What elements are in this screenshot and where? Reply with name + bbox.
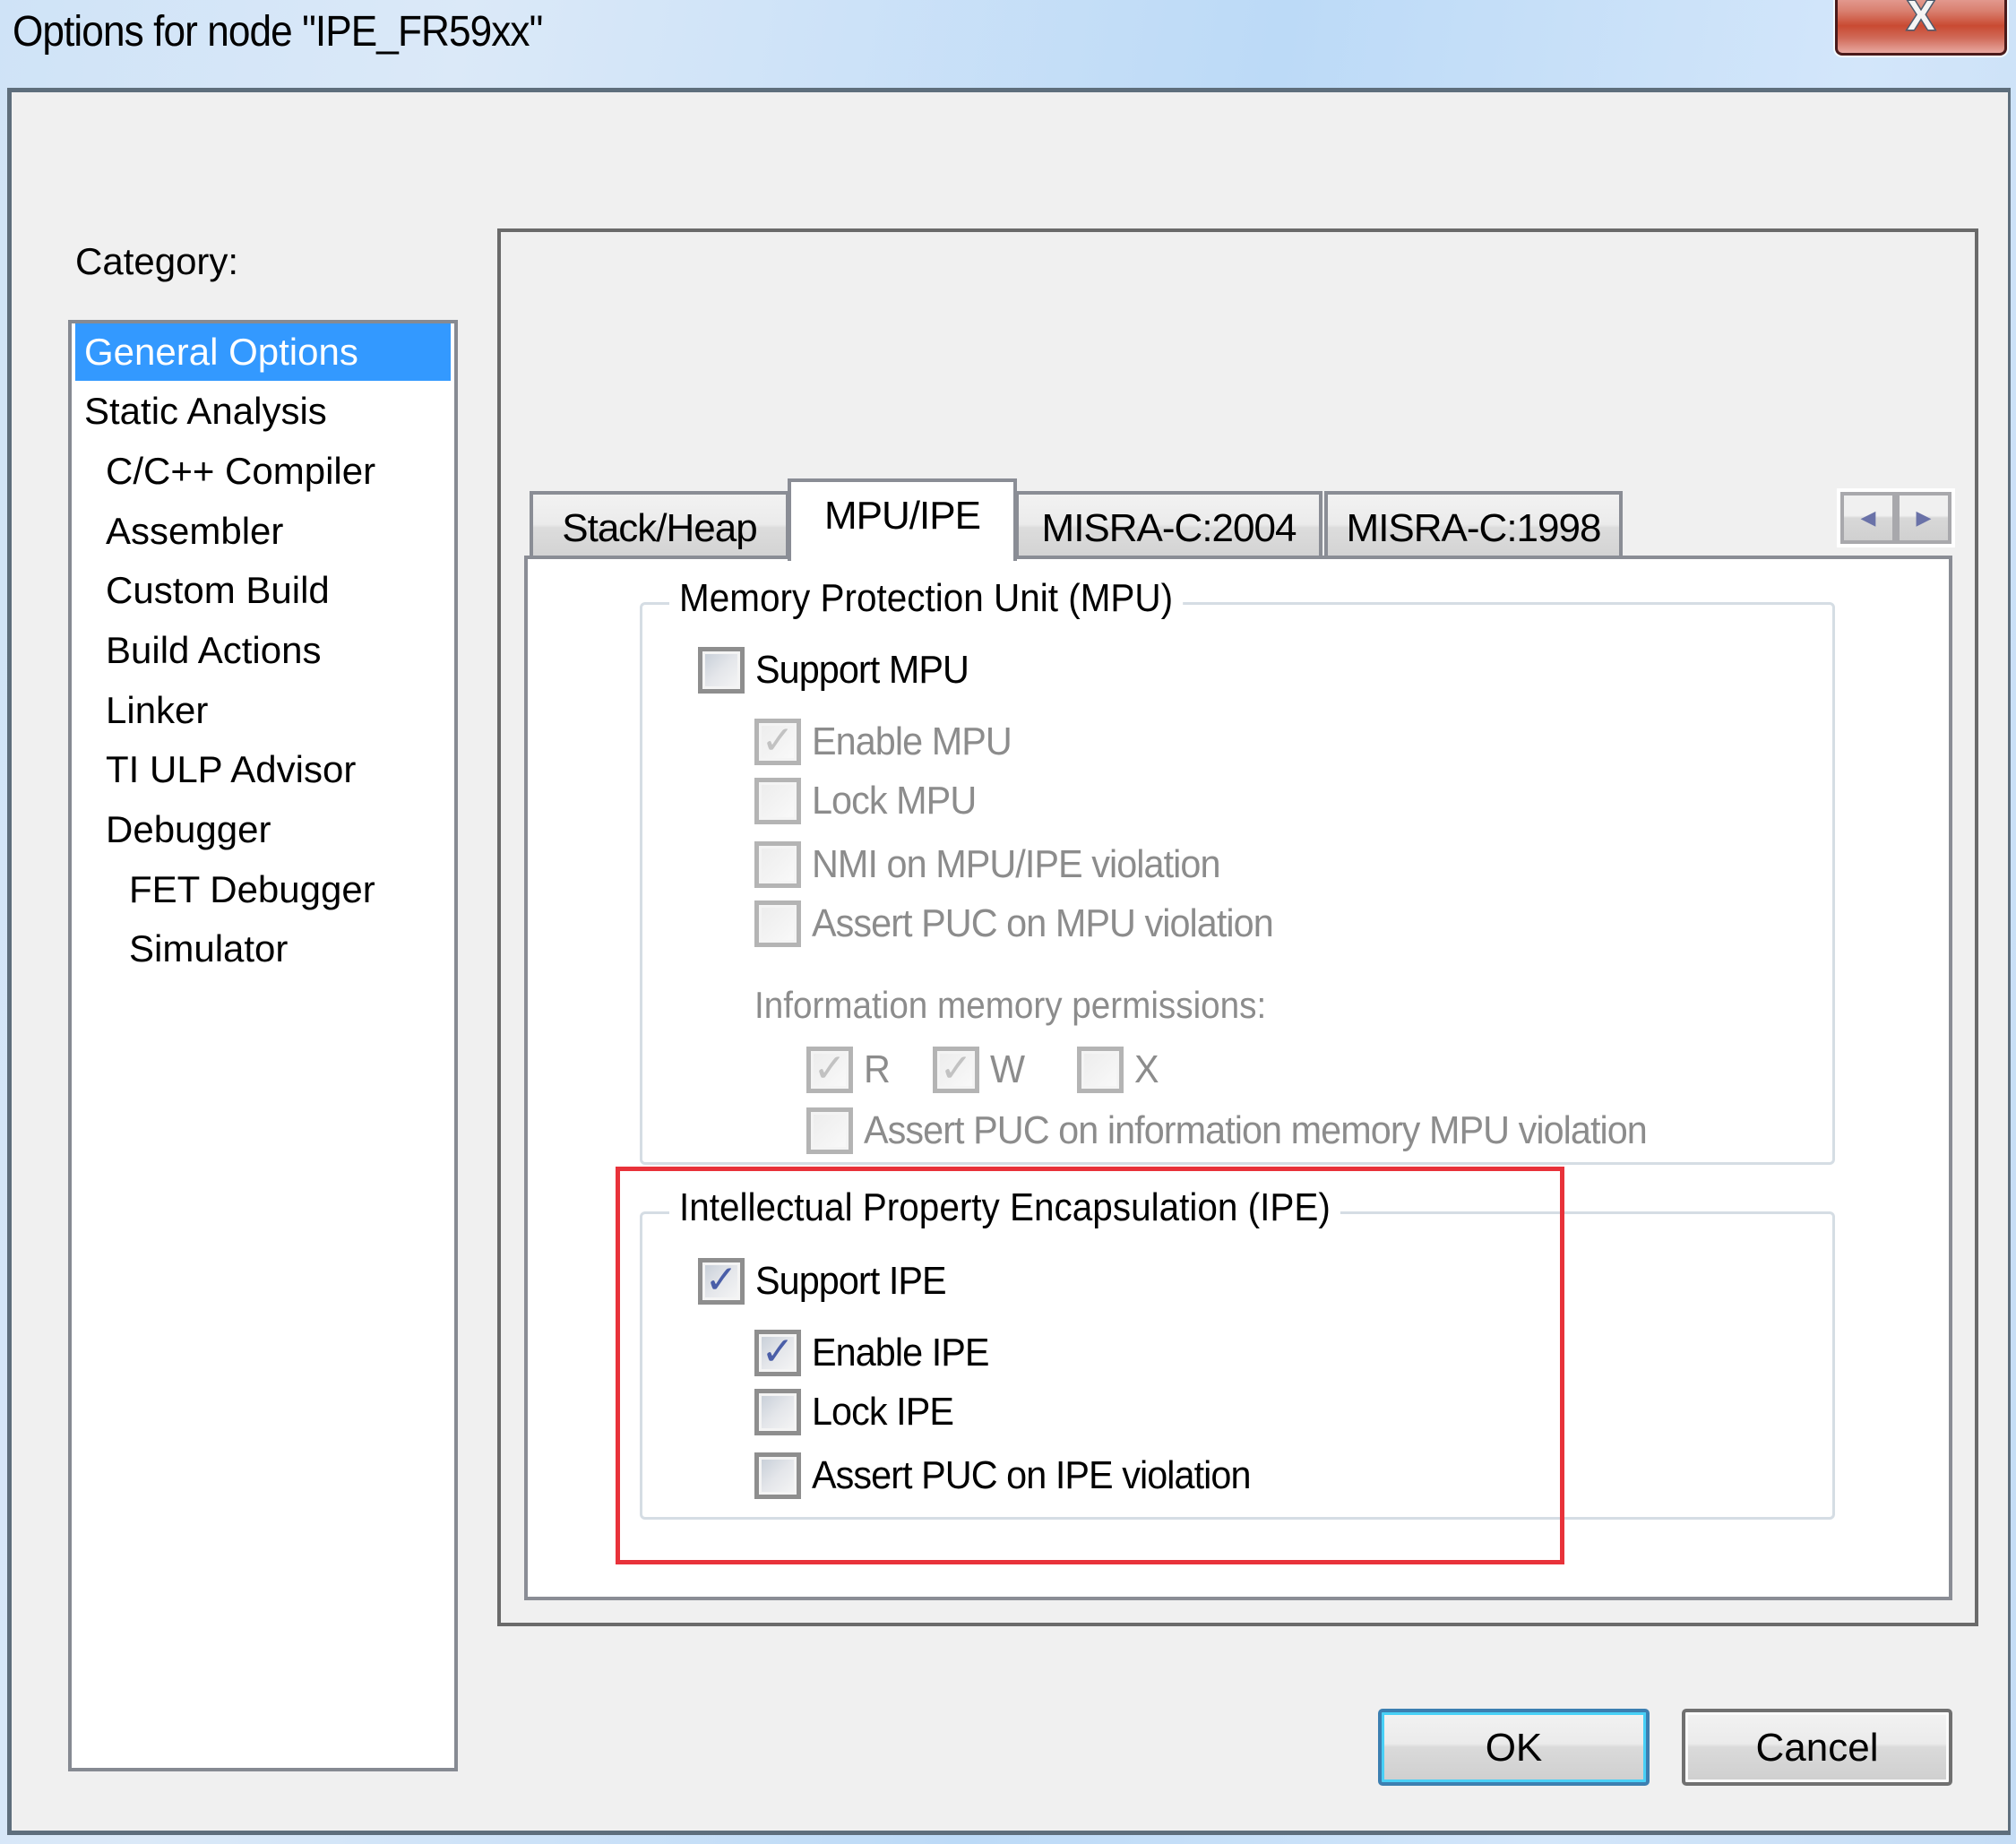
lock-mpu-label: Lock MPU (812, 779, 977, 823)
category-item-simulator[interactable]: Simulator (75, 920, 451, 978)
category-item-debugger[interactable]: Debugger (75, 801, 451, 858)
perm-w-label: W (990, 1047, 1025, 1091)
window-title: Options for node "IPE_FR59xx" (13, 8, 543, 56)
perm-r-checkbox[interactable]: ✓ (806, 1047, 853, 1093)
ipe-group-title: Intellectual Property Encapsulation (IPE… (669, 1185, 1340, 1230)
assert-puc-info-checkbox[interactable] (806, 1107, 853, 1154)
ok-button[interactable]: OK (1378, 1709, 1650, 1786)
assert-puc-ipe-checkbox[interactable] (754, 1452, 801, 1499)
perm-x-checkbox-row[interactable]: X (1077, 1045, 1159, 1095)
close-button[interactable]: X (1835, 0, 2007, 56)
assert-puc-ipe-checkbox-row[interactable]: Assert PUC on IPE violation (754, 1451, 1279, 1501)
category-item-assembler[interactable]: Assembler (75, 503, 451, 560)
support-mpu-checkbox-row[interactable]: Support MPU (698, 645, 982, 695)
category-item-fet-debugger[interactable]: FET Debugger (75, 861, 451, 918)
assert-puc-ipe-label: Assert PUC on IPE violation (812, 1453, 1251, 1497)
category-item-build-actions[interactable]: Build Actions (75, 622, 451, 679)
enable-mpu-label: Enable MPU (812, 720, 1012, 763)
tab-stack-heap[interactable]: Stack/Heap (530, 491, 789, 561)
enable-ipe-checkbox[interactable]: ✓ (754, 1330, 801, 1376)
enable-mpu-checkbox[interactable]: ✓ (754, 719, 801, 765)
tab-misra-c-2004[interactable]: MISRA-C:2004 (1015, 491, 1322, 561)
chevron-right-icon: ▶ (1916, 506, 1932, 529)
close-icon: X (1906, 0, 1936, 39)
checkmark-icon: ✓ (761, 1330, 795, 1374)
checkmark-icon: ✓ (813, 1047, 847, 1090)
category-item-ti-ulp-advisor[interactable]: TI ULP Advisor (75, 741, 451, 798)
cancel-button[interactable]: Cancel (1682, 1709, 1952, 1786)
lock-mpu-checkbox-row[interactable]: Lock MPU (754, 776, 986, 826)
tab-scroll-buttons: ◀ ▶ (1837, 488, 1955, 547)
lock-ipe-checkbox-row[interactable]: Lock IPE (754, 1387, 962, 1437)
perm-r-checkbox-row[interactable]: ✓ R (806, 1045, 892, 1095)
checkmark-icon: ✓ (761, 719, 795, 763)
assert-puc-info-checkbox-row[interactable]: Assert PUC on information memory MPU vio… (806, 1106, 1697, 1156)
lock-mpu-checkbox[interactable] (754, 778, 801, 824)
assert-puc-info-label: Assert PUC on information memory MPU vio… (864, 1108, 1648, 1152)
lock-ipe-checkbox[interactable] (754, 1389, 801, 1435)
checkmark-icon: ✓ (939, 1047, 973, 1090)
info-memory-permissions-heading: Information memory permissions: (754, 984, 1267, 1026)
nmi-violation-checkbox[interactable] (754, 841, 801, 888)
perm-x-checkbox[interactable] (1077, 1047, 1124, 1093)
support-mpu-checkbox[interactable] (698, 647, 745, 694)
perm-x-label: X (1134, 1047, 1159, 1091)
assert-puc-mpu-checkbox[interactable] (754, 900, 801, 947)
tab-content-mpu-ipe: Memory Protection Unit (MPU) Support MPU… (524, 556, 1952, 1600)
nmi-violation-label: NMI on MPU/IPE violation (812, 842, 1220, 886)
mpu-group-title: Memory Protection Unit (MPU) (669, 576, 1184, 621)
nmi-violation-checkbox-row[interactable]: NMI on MPU/IPE violation (754, 840, 1246, 890)
tab-scroll-right-button[interactable]: ▶ (1896, 492, 1951, 544)
support-ipe-label: Support IPE (755, 1259, 947, 1303)
enable-ipe-checkbox-row[interactable]: ✓ Enable IPE (754, 1328, 1000, 1378)
enable-ipe-label: Enable IPE (812, 1331, 989, 1374)
category-item-c-compiler[interactable]: C/C++ Compiler (75, 443, 451, 500)
perm-w-checkbox-row[interactable]: ✓ W (933, 1045, 1027, 1095)
tab-misra-c-1998[interactable]: MISRA-C:1998 (1324, 491, 1623, 561)
category-list[interactable]: General Options Static Analysis C/C++ Co… (68, 320, 458, 1771)
category-item-custom-build[interactable]: Custom Build (75, 562, 451, 619)
tab-mpu-ipe[interactable]: MPU/IPE (788, 478, 1017, 561)
tab-scroll-left-button[interactable]: ◀ (1840, 492, 1896, 544)
category-item-general-options[interactable]: General Options (75, 323, 451, 381)
category-item-static-analysis[interactable]: Static Analysis (75, 383, 451, 440)
lock-ipe-label: Lock IPE (812, 1390, 954, 1434)
support-mpu-label: Support MPU (755, 648, 969, 692)
assert-puc-mpu-label: Assert PUC on MPU violation (812, 901, 1274, 945)
category-item-linker[interactable]: Linker (75, 682, 451, 739)
chevron-left-icon: ◀ (1860, 506, 1876, 529)
support-ipe-checkbox[interactable]: ✓ (698, 1258, 745, 1305)
enable-mpu-checkbox-row[interactable]: ✓ Enable MPU (754, 717, 1024, 767)
checkmark-icon: ✓ (704, 1258, 738, 1302)
perm-w-checkbox[interactable]: ✓ (933, 1047, 979, 1093)
perm-r-label: R (864, 1047, 891, 1091)
category-label: Category: (75, 240, 239, 282)
assert-puc-mpu-checkbox-row[interactable]: Assert PUC on MPU violation (754, 899, 1303, 949)
support-ipe-checkbox-row[interactable]: ✓ Support IPE (698, 1256, 958, 1306)
